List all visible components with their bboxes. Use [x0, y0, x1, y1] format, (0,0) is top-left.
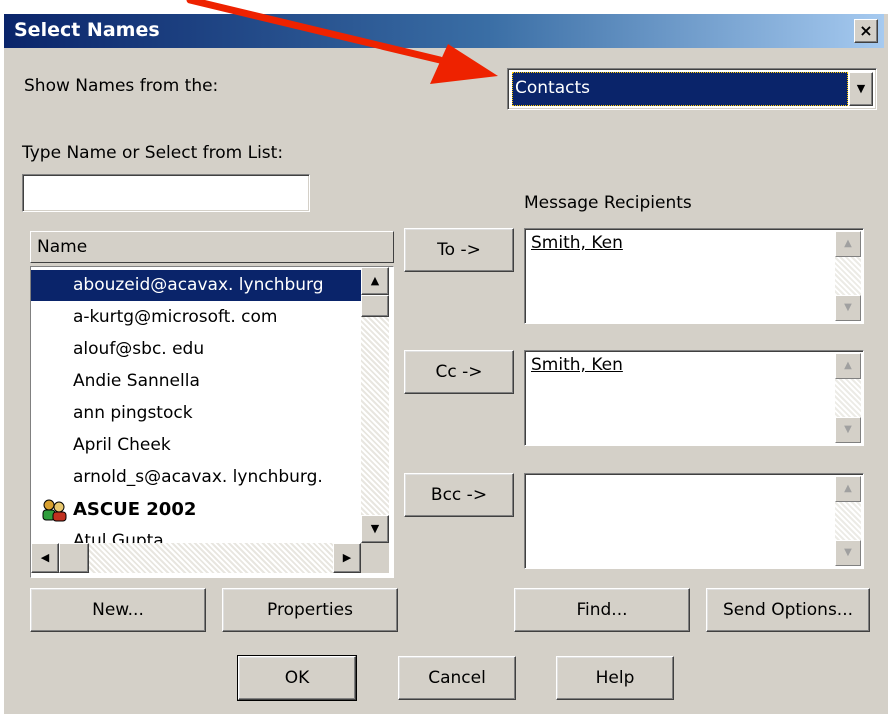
arrow-up-icon: ▲ [844, 360, 852, 371]
scroll-left-button[interactable]: ◀ [31, 543, 59, 573]
show-names-dropdown[interactable]: Contacts ▼ [507, 68, 877, 110]
scroll-down-button[interactable]: ▼ [835, 295, 861, 321]
list-item[interactable]: alouf@sbc. edu [31, 334, 361, 365]
show-names-label: Show Names from the: [24, 76, 219, 96]
scroll-up-button[interactable]: ▲ [361, 267, 389, 295]
window-title: Select Names [14, 19, 160, 41]
properties-button[interactable]: Properties [222, 588, 398, 632]
scrollbar-corner [361, 543, 389, 573]
horizontal-scroll-thumb[interactable] [59, 543, 89, 573]
list-horizontal-scrollbar[interactable]: ◀ ▶ [31, 543, 361, 573]
list-item[interactable]: April Cheek [31, 430, 361, 461]
scroll-up-button[interactable]: ▲ [835, 353, 861, 379]
list-item[interactable]: ASCUE 2002 [31, 494, 361, 525]
to-recipient[interactable]: Smith, Ken [531, 233, 623, 253]
arrow-left-icon: ◀ [40, 551, 50, 564]
cc-recipient[interactable]: Smith, Ken [531, 355, 623, 375]
arrow-right-icon: ▶ [342, 551, 352, 564]
new-button[interactable]: New... [30, 588, 206, 632]
scroll-down-button[interactable]: ▼ [835, 540, 861, 566]
arrow-down-icon: ▼ [370, 522, 380, 535]
type-name-label: Type Name or Select from List: [22, 143, 284, 163]
bcc-recipients-box[interactable]: ▲ ▼ [524, 473, 864, 569]
dropdown-button[interactable]: ▼ [849, 72, 873, 106]
send-options-button[interactable]: Send Options... [706, 588, 870, 632]
list-item[interactable]: Atul Gupta [31, 526, 361, 543]
show-names-selected: Contacts [512, 72, 848, 106]
scroll-thumb[interactable] [361, 295, 389, 317]
to-recipients-box[interactable]: Smith, Ken ▲ ▼ [524, 228, 864, 324]
group-icon [42, 499, 67, 522]
scroll-right-button[interactable]: ▶ [333, 543, 361, 573]
list-item[interactable]: arnold_s@acavax. lynchburg. [31, 462, 361, 493]
scroll-up-button[interactable]: ▲ [835, 476, 861, 502]
arrow-up-icon: ▲ [844, 483, 852, 494]
find-button[interactable]: Find... [514, 588, 690, 632]
list-item[interactable]: Andie Sannella [31, 366, 361, 397]
arrow-up-icon: ▲ [370, 274, 380, 287]
list-item[interactable]: a-kurtg@microsoft. com [31, 302, 361, 333]
list-vertical-scrollbar[interactable]: ▲ ▼ [361, 267, 389, 543]
name-list[interactable]: abouzeid@acavax. lynchburg a-kurtg@micro… [30, 266, 394, 578]
cc-scrollbar[interactable]: ▲ ▼ [835, 353, 861, 443]
type-name-input[interactable] [22, 174, 310, 212]
list-item[interactable]: abouzeid@acavax. lynchburg [31, 270, 361, 301]
help-button[interactable]: Help [556, 656, 674, 700]
close-button[interactable]: × [854, 19, 878, 43]
cancel-button[interactable]: Cancel [398, 656, 516, 700]
cc-recipients-box[interactable]: Smith, Ken ▲ ▼ [524, 350, 864, 446]
scroll-down-button[interactable]: ▼ [361, 515, 389, 543]
to-button[interactable]: To -> [404, 228, 514, 272]
ok-button[interactable]: OK [237, 655, 357, 701]
list-item[interactable]: ann pingstock [31, 398, 361, 429]
arrow-down-icon: ▼ [844, 424, 852, 435]
message-recipients-label: Message Recipients [524, 193, 692, 213]
bcc-button[interactable]: Bcc -> [404, 473, 514, 517]
scroll-up-button[interactable]: ▲ [835, 231, 861, 257]
arrow-down-icon: ▼ [844, 547, 852, 558]
close-icon: × [859, 21, 873, 40]
cc-button[interactable]: Cc -> [404, 350, 514, 394]
chevron-down-icon: ▼ [856, 82, 866, 95]
scroll-down-button[interactable]: ▼ [835, 417, 861, 443]
to-scrollbar[interactable]: ▲ ▼ [835, 231, 861, 321]
name-column-header[interactable]: Name [30, 231, 394, 263]
arrow-up-icon: ▲ [844, 238, 852, 249]
arrow-down-icon: ▼ [844, 302, 852, 313]
bcc-scrollbar[interactable]: ▲ ▼ [835, 476, 861, 566]
title-bar: Select Names × [4, 14, 884, 48]
